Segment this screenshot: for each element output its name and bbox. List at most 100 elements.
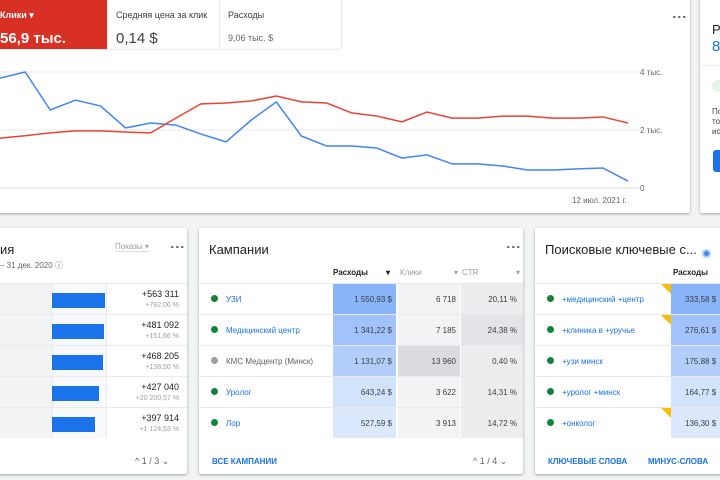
cost-cell: 276,61 $ [671,315,720,345]
change-bar [52,293,105,308]
table-row[interactable]: +медицинский +центр 333,58 $ [535,283,720,314]
ctr-cell: 14,31 % [461,377,523,407]
card-title: Кампании [209,242,269,257]
status-dot-icon [547,388,554,395]
table-row[interactable]: Лор 527,59 $ 3 913 14,72 % [199,407,523,438]
table-row[interactable]: УЗИ 1 550,93 $ 6 718 20,11 % [199,283,523,314]
warning-flag-icon [661,315,671,325]
date-range: – 31 дек. 2020 [0,261,53,270]
change-bar [52,417,96,432]
table-row[interactable]: +онколог 136,30 $ [535,407,720,438]
status-dot-icon [211,295,218,302]
keywords-link[interactable]: КЛЮЧЕВЫЕ СЛОВА [548,457,627,466]
performance-card: Клики ▾ 56,9 тыс. Средняя цена за клик 0… [0,0,690,213]
metric-dropdown[interactable]: Показы ▾ [115,242,149,252]
card-title: ия [0,242,15,257]
y-tick: 4 тыс. [640,68,662,77]
text-line: ис [712,127,720,136]
campaigns-card: Кампании ⋮ Расходы ▾ Клики ▾ CTR ▾ УЗИ 1 5… [199,228,523,474]
change-bar [52,386,99,401]
list-item[interactable]: +481 092 +151,66 % [0,314,187,345]
cost-cell: 1 131,07 $ [333,346,396,376]
column-header-cost[interactable]: Расходы ▾ [333,268,396,277]
negative-keywords-link[interactable]: МИНУС-СЛОВА [648,457,708,466]
more-options-icon[interactable]: ⋮ [170,240,186,253]
list-item[interactable]: +397 914 +1 124,53 % [0,407,187,438]
line-chart: 4 тыс. 2 тыс. 0 12 июл. 2021 г. [0,68,662,205]
apply-button[interactable] [713,150,720,172]
status-dot-icon [547,419,554,426]
change-bar [52,355,103,370]
recommendations-card: Ре 8 Потоис [700,0,720,213]
column-header-clicks[interactable]: Клики ▾ [400,268,458,277]
card-title: Ре [712,22,720,37]
cost-cell: 1 550,93 $ [333,284,396,314]
status-dot-icon [547,357,554,364]
change-value: +563 311 [141,289,179,299]
trend-chip [712,80,720,92]
campaign-name[interactable]: Медицинский центр [226,326,300,335]
cost-cell: 527,59 $ [333,408,396,438]
table-row[interactable]: Медицинский центр 1 341,22 $ 7 185 24,38… [199,314,523,345]
warning-flag-icon [661,408,671,418]
change-value: +427 040 [141,382,179,392]
series-line-0 [0,71,629,182]
column-header-cost[interactable]: Расходы [673,268,708,277]
help-icon[interactable]: ⓘ [55,261,63,270]
table-row[interactable]: +узи минск 175,88 $ [535,345,720,376]
card-title: Поисковые ключевые с... [545,242,697,257]
status-dot-icon [547,295,554,302]
status-dot-icon [211,326,218,333]
pagination[interactable]: ^ 1 / 3 ⌄ [135,456,169,467]
change-bar [52,324,104,339]
score-value: 8 [712,38,720,55]
cost-cell: 333,58 $ [671,284,720,314]
keyword-text[interactable]: +онколог [562,419,596,428]
text-line: то [712,117,720,126]
list-item[interactable]: +468 205 +138,50 % [0,345,187,376]
keywords-card: Поисковые ключевые с... Расходы +медицин… [535,228,720,474]
table-row[interactable]: +клиника в +уручье 276,61 $ [535,314,720,345]
ctr-cell: 24,38 % [461,315,523,345]
status-dot-icon [211,357,218,364]
clicks-cell: 3 622 [398,377,460,407]
keyword-text[interactable]: +уролог +минск [562,388,620,397]
keyword-text[interactable]: +медицинский +центр [562,295,644,304]
campaign-name[interactable]: КМС Медцентр (Минск) [226,357,313,366]
biggest-changes-card: ия – 31 дек. 2020 ⓘ Показы ▾ ⋮ +563 311 … [0,228,187,474]
list-item[interactable]: +563 311 +792,06 % [0,283,187,314]
warning-flag-icon [661,284,671,294]
pagination[interactable]: ^ 1 / 4 ⌄ [473,456,507,467]
cost-cell: 643,24 $ [333,377,396,407]
cost-cell: 1 341,22 $ [333,315,396,345]
table-row[interactable]: +уролог +минск 164,77 $ [535,376,720,407]
campaign-name[interactable]: Уролог [226,388,252,397]
clicks-cell: 6 718 [398,284,460,314]
table-row[interactable]: КМС Медцентр (Минск) 1 131,07 $ 13 960 0… [199,345,523,376]
more-options-icon[interactable]: ⋮ [506,240,522,253]
keyword-text[interactable]: +клиника в +уручье [562,326,635,335]
campaign-name[interactable]: УЗИ [226,295,242,304]
change-value: +468 205 [141,351,179,361]
change-percent: +1 124,53 % [139,426,179,433]
table-row[interactable]: Уролог 643,24 $ 3 622 14,31 % [199,376,523,407]
change-percent: +792,06 % [145,302,179,309]
add-icon[interactable] [702,249,711,258]
campaign-name[interactable]: Лор [226,419,240,428]
change-percent: +20 200,57 % [135,395,179,402]
cost-cell: 136,30 $ [671,408,720,438]
change-value: +397 914 [141,413,179,423]
clicks-cell: 13 960 [398,346,460,376]
ctr-cell: 20,11 % [461,284,523,314]
clicks-cell: 7 185 [398,315,460,345]
series-line-1 [0,95,629,139]
y-tick: 2 тыс. [640,126,662,135]
change-value: +481 092 [141,320,179,330]
status-dot-icon [547,326,554,333]
all-campaigns-link[interactable]: ВСЕ КАМПАНИИ [212,457,277,466]
column-header-ctr[interactable]: CTR ▾ [462,268,520,277]
list-item[interactable]: +427 040 +20 200,57 % [0,376,187,407]
keyword-text[interactable]: +узи минск [562,357,603,366]
text-line: По [712,107,720,116]
status-dot-icon [211,388,218,395]
